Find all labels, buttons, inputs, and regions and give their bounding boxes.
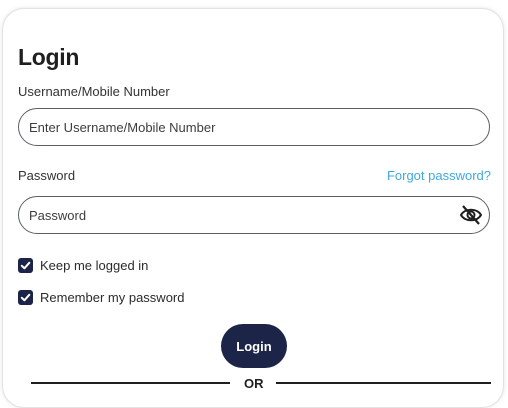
eye-slash-icon[interactable] <box>459 204 483 226</box>
divider-line-right <box>276 382 491 384</box>
checkmark-icon <box>20 261 31 269</box>
login-title: Login <box>18 44 80 70</box>
remember-password-label: Remember my password <box>40 289 185 305</box>
remember-password-row[interactable]: Remember my password <box>18 288 185 306</box>
checkmark-icon <box>20 293 31 301</box>
keep-logged-in-label: Keep me logged in <box>40 257 149 273</box>
username-field-wrapper[interactable] <box>18 108 490 146</box>
username-input[interactable] <box>29 109 449 145</box>
divider-line-left <box>31 382 230 384</box>
keep-logged-in-row[interactable]: Keep me logged in <box>18 256 148 274</box>
password-label: Password <box>18 168 76 183</box>
forgot-password-link[interactable]: Forgot password? <box>387 168 491 183</box>
password-input[interactable] <box>29 197 449 233</box>
username-label: Username/Mobile Number <box>18 84 170 99</box>
login-button[interactable]: Login <box>221 324 287 368</box>
password-field-wrapper[interactable] <box>18 196 490 234</box>
divider-or-text: OR <box>244 376 264 391</box>
keep-logged-in-checkbox[interactable] <box>18 257 33 273</box>
remember-password-checkbox[interactable] <box>18 289 33 305</box>
